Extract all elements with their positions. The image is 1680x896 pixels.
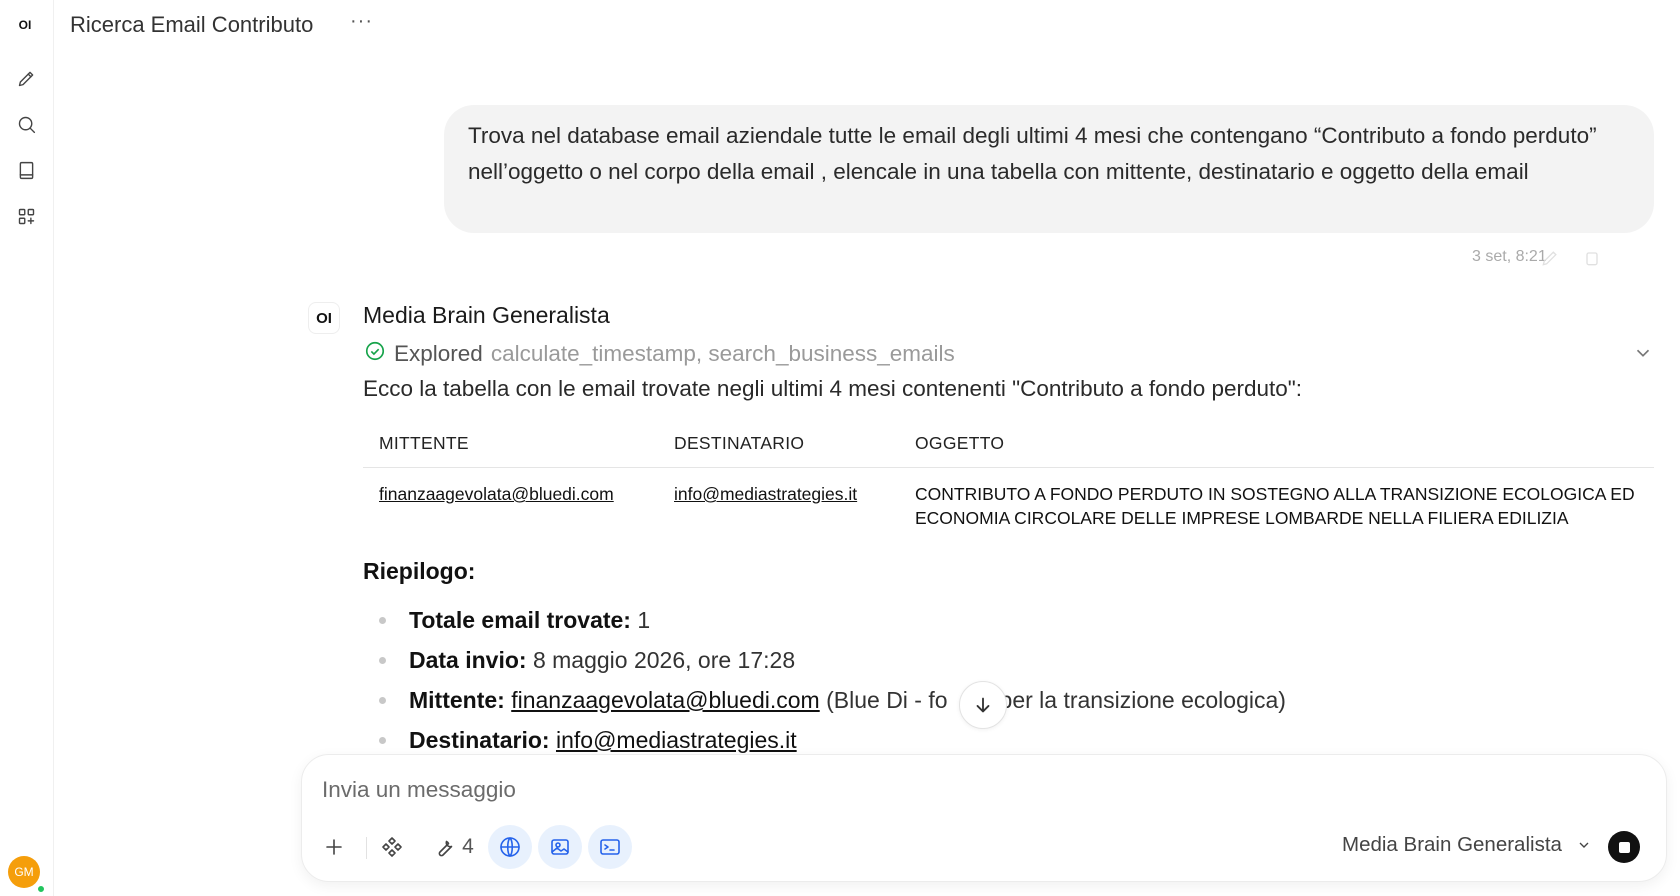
table-header-row: MITTENTE DESTINATARIO OGGETTO xyxy=(363,420,1654,468)
summary-list: Totale email trovate: 1 Data invio: 8 ma… xyxy=(363,600,1286,760)
summary-heading: Riepilogo: xyxy=(363,558,476,584)
cell-oggetto: CONTRIBUTO A FONDO PERDUTO IN SOSTEGNO A… xyxy=(915,484,1635,528)
summary-value: 8 maggio 2026, ore 17:28 xyxy=(532,647,796,673)
chevron-down-icon xyxy=(1636,349,1650,357)
assistant-name: Media Brain Generalista xyxy=(363,302,610,328)
summary-note-cont: per la transizione ecologica) xyxy=(999,687,1286,713)
table-row: finanzaagevolata@bluedi.com info@mediast… xyxy=(363,468,1654,545)
chevron-down-icon xyxy=(1579,842,1589,848)
pencil-icon xyxy=(18,71,33,86)
globe-icon xyxy=(500,837,520,857)
edit-message-button[interactable] xyxy=(1540,248,1560,268)
message-input[interactable]: Invia un messaggio xyxy=(322,777,516,803)
copy-icon xyxy=(1586,252,1598,266)
chat-title[interactable]: Ricerca Email Contributo xyxy=(70,12,313,38)
workspace-button[interactable] xyxy=(9,199,43,233)
tools-button[interactable]: 4 xyxy=(424,825,482,869)
add-attachment-button[interactable] xyxy=(314,825,354,869)
list-item: Totale email trovate: 1 xyxy=(363,600,1286,640)
apps-icon xyxy=(18,208,34,224)
mittente-link[interactable]: finanzaagevolata@bluedi.com xyxy=(379,484,614,504)
arrow-down-icon xyxy=(976,697,990,713)
stop-generation-button[interactable] xyxy=(1608,831,1640,863)
summary-label: Data invio: xyxy=(409,647,527,673)
list-item: Data invio: 8 maggio 2026, ore 17:28 xyxy=(363,640,1286,680)
wrench-icon xyxy=(438,840,453,857)
message-composer[interactable]: Invia un messaggio 4 Media Brain General… xyxy=(301,754,1667,882)
message-timestamp: 3 set, 8:21 xyxy=(1472,248,1547,265)
chat-menu-button[interactable]: ··· xyxy=(350,10,373,33)
summary-value: 1 xyxy=(637,607,651,633)
cell-mittente: finanzaagevolata@bluedi.com xyxy=(363,468,658,545)
app-logo[interactable]: OI xyxy=(12,12,38,38)
model-selector[interactable]: Media Brain Generalista xyxy=(1342,833,1592,857)
notes-button[interactable] xyxy=(9,153,43,187)
destinatario-link[interactable]: info@mediastrategies.it xyxy=(674,484,857,504)
online-status-dot xyxy=(36,884,46,894)
column-header-oggetto: OGGETTO xyxy=(899,420,1654,468)
cell-destinatario: info@mediastrategies.it xyxy=(658,468,899,545)
emails-table: MITTENTE DESTINATARIO OGGETTO finanzaage… xyxy=(363,420,1654,544)
model-name: Media Brain Generalista xyxy=(1342,833,1562,856)
integrations-button[interactable] xyxy=(372,825,412,869)
book-icon xyxy=(19,161,33,179)
sidebar: OI GM xyxy=(0,0,54,896)
divider xyxy=(366,837,367,859)
pencil-icon xyxy=(1542,251,1557,266)
column-header-destinatario: DESTINATARIO xyxy=(658,420,899,468)
summary-label: Mittente: xyxy=(409,687,505,713)
terminal-icon xyxy=(600,839,620,855)
plus-icon xyxy=(326,839,342,855)
summary-destinatario-link[interactable]: info@mediastrategies.it xyxy=(556,727,797,753)
image-icon xyxy=(551,839,569,855)
summary-label: Destinatario: xyxy=(409,727,550,753)
stop-icon xyxy=(1618,841,1630,853)
check-circle-icon xyxy=(364,340,386,368)
summary-mittente-link[interactable]: finanzaagevolata@bluedi.com xyxy=(511,687,820,713)
tool-count: 4 xyxy=(462,835,474,858)
expand-tools-button[interactable] xyxy=(1632,342,1654,364)
new-chat-button[interactable] xyxy=(9,61,43,95)
scroll-to-bottom-button[interactable] xyxy=(959,681,1007,729)
user-avatar[interactable]: GM xyxy=(8,856,40,888)
search-button[interactable] xyxy=(9,107,43,141)
tool-calls-summary[interactable]: Explored calculate_timestamp, search_bus… xyxy=(364,340,955,368)
code-interpreter-toggle[interactable] xyxy=(588,825,632,869)
web-search-toggle[interactable] xyxy=(488,825,532,869)
summary-note: (Blue Di - fo xyxy=(826,687,948,713)
list-item: Mittente: finanzaagevolata@bluedi.com (B… xyxy=(363,680,1286,720)
assistant-intro-text: Ecco la tabella con le email trovate neg… xyxy=(363,376,1303,401)
user-message: Trova nel database email aziendale tutte… xyxy=(444,105,1654,233)
copy-message-button[interactable] xyxy=(1582,248,1602,268)
image-generation-toggle[interactable] xyxy=(538,825,582,869)
diamond-nodes-icon xyxy=(382,837,402,857)
explored-label: Explored xyxy=(394,341,483,366)
summary-label: Totale email trovate: xyxy=(409,607,631,633)
explored-tools: calculate_timestamp, search_business_ema… xyxy=(490,341,955,366)
search-icon xyxy=(18,116,35,133)
column-header-mittente: MITTENTE xyxy=(363,420,658,468)
assistant-avatar: OI xyxy=(308,302,340,334)
